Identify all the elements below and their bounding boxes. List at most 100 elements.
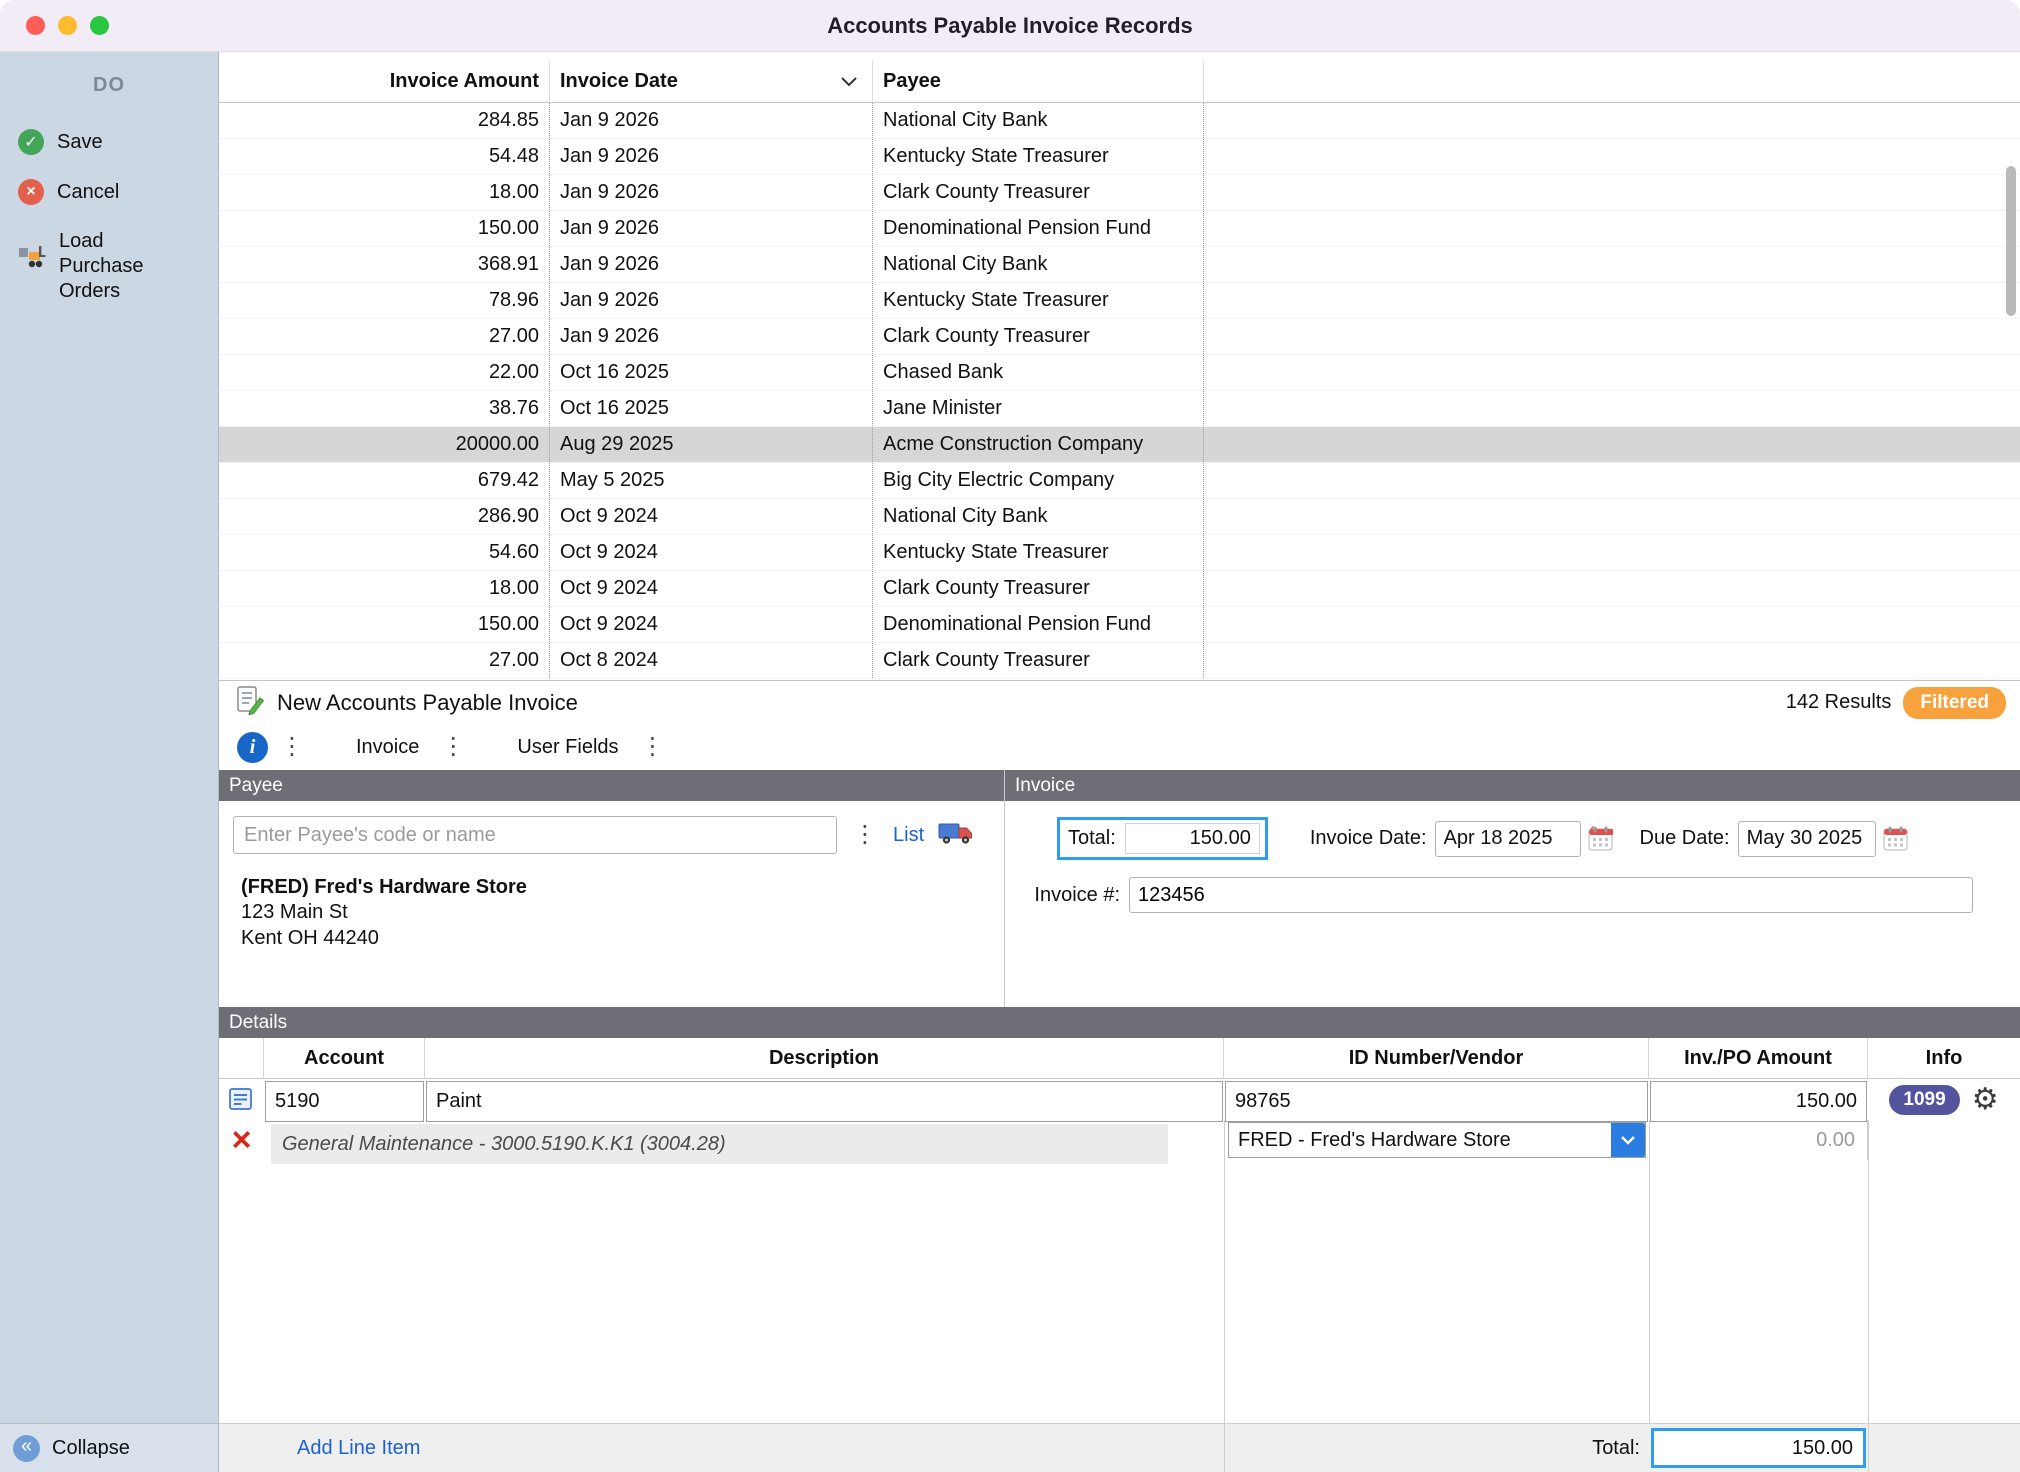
- cancel-x-icon: ×: [18, 179, 44, 205]
- filtered-badge[interactable]: Filtered: [1903, 687, 2006, 719]
- id-number-input[interactable]: 98765: [1225, 1081, 1648, 1122]
- title-bar: Accounts Payable Invoice Records: [0, 0, 2020, 52]
- kebab-menu-icon[interactable]: ⋮: [280, 735, 304, 759]
- truck-icon[interactable]: [938, 820, 974, 851]
- zoom-window-button[interactable]: [90, 16, 109, 35]
- column-header-payee[interactable]: Payee: [873, 61, 1204, 102]
- kebab-menu-icon[interactable]: ⋮: [641, 735, 665, 759]
- invoice-date-label: Invoice Date:: [1310, 827, 1427, 850]
- details-header-row: Account Description ID Number/Vendor Inv…: [219, 1038, 2020, 1079]
- invoice-records-table: Invoice Amount Invoice Date Payee 284.85…: [219, 52, 2020, 680]
- vendor-dropdown-value: FRED - Fred's Hardware Store: [1229, 1123, 1611, 1157]
- due-date-label: Due Date:: [1640, 827, 1730, 850]
- expense-account-text: General Maintenance - 3000.5190.K.K1 (30…: [271, 1124, 1168, 1164]
- payee-list-link[interactable]: List: [893, 824, 924, 847]
- calendar-icon[interactable]: [1882, 825, 1909, 852]
- table-row[interactable]: 18.00Oct 9 2024Clark County Treasurer: [219, 571, 2020, 607]
- app-window: Accounts Payable Invoice Records DO ✓ Sa…: [0, 0, 2020, 1472]
- forklift-icon: [18, 243, 46, 275]
- invoice-total-field-focused: Total: 150.00: [1057, 817, 1268, 860]
- column-header-invoice-date[interactable]: Invoice Date: [550, 61, 873, 102]
- sidebar-header: DO: [0, 52, 218, 117]
- expense-amount: 0.00: [1649, 1120, 1868, 1160]
- payee-panel: Payee ⋮ List: [219, 770, 1005, 1007]
- add-line-item-button[interactable]: Add Line Item: [264, 1424, 1224, 1472]
- tab-user-fields[interactable]: User Fields: [517, 736, 618, 759]
- gear-icon[interactable]: ⚙: [1972, 1085, 1999, 1115]
- details-header: Details: [219, 1007, 2020, 1038]
- column-header-info: Info: [1868, 1038, 2020, 1078]
- details-empty-area: [219, 1160, 2020, 1423]
- column-header-inv-po-amount: Inv./PO Amount: [1649, 1038, 1868, 1078]
- calendar-icon[interactable]: [1587, 825, 1614, 852]
- table-row[interactable]: 368.91Jan 9 2026National City Bank: [219, 247, 2020, 283]
- invoice-number-label: Invoice #:: [1021, 884, 1120, 907]
- column-header-account: Account: [264, 1038, 425, 1078]
- table-row[interactable]: 286.90Oct 9 2024National City Bank: [219, 499, 2020, 535]
- info-icon[interactable]: i: [237, 732, 268, 763]
- column-header-extra: [1204, 61, 2020, 102]
- table-row[interactable]: 18.00Jan 9 2026Clark County Treasurer: [219, 175, 2020, 211]
- save-label: Save: [57, 131, 103, 154]
- payee-panel-header: Payee: [219, 770, 1004, 801]
- vendor-dropdown[interactable]: FRED - Fred's Hardware Store: [1228, 1122, 1646, 1158]
- kebab-menu-icon[interactable]: ⋮: [441, 735, 465, 759]
- payee-address-line1: 123 Main St: [233, 899, 990, 925]
- details-total-input[interactable]: 150.00: [1651, 1428, 1866, 1468]
- scrollbar-thumb[interactable]: [2006, 166, 2016, 316]
- close-window-button[interactable]: [26, 16, 45, 35]
- load-purchase-orders-label: Load Purchase Orders: [59, 229, 167, 304]
- table-row[interactable]: 78.96Jan 9 2026Kentucky State Treasurer: [219, 283, 2020, 319]
- details-section: Details Account Description ID Number/Ve…: [219, 1007, 2020, 1472]
- cancel-button[interactable]: × Cancel: [0, 167, 218, 217]
- sort-chevron-down-icon: [840, 70, 858, 93]
- window-controls: [26, 16, 109, 35]
- minimize-window-button[interactable]: [58, 16, 77, 35]
- table-row-selected[interactable]: 20000.00Aug 29 2025Acme Construction Com…: [219, 427, 2020, 463]
- form-header-bar: New Accounts Payable Invoice 142 Results…: [219, 680, 2020, 724]
- table-row[interactable]: 284.85Jan 9 2026National City Bank: [219, 103, 2020, 139]
- chevron-double-left-icon: «: [13, 1435, 40, 1462]
- tab-invoice[interactable]: Invoice: [356, 736, 419, 759]
- payee-search-input[interactable]: [233, 816, 837, 854]
- due-date-input[interactable]: [1738, 821, 1876, 857]
- expense-account-row: × General Maintenance - 3000.5190.K.K1 (…: [219, 1120, 2020, 1160]
- total-label: Total:: [1068, 827, 1116, 850]
- invoice-total-input[interactable]: 150.00: [1125, 823, 1260, 854]
- column-header-invoice-amount[interactable]: Invoice Amount: [219, 61, 550, 102]
- table-row[interactable]: 54.60Oct 9 2024Kentucky State Treasurer: [219, 535, 2020, 571]
- table-row[interactable]: 38.76Oct 16 2025Jane Minister: [219, 391, 2020, 427]
- load-purchase-orders-button[interactable]: Load Purchase Orders: [0, 217, 218, 316]
- results-count: 142 Results: [1786, 691, 1892, 714]
- invoice-panel: Invoice Total: 150.00 Invoice Date:: [1005, 770, 2020, 1007]
- inv-po-amount-input[interactable]: 150.00: [1650, 1081, 1867, 1122]
- invoice-date-input[interactable]: [1435, 821, 1581, 857]
- account-input[interactable]: 5190: [265, 1081, 424, 1122]
- table-row[interactable]: 150.00Oct 9 2024Denominational Pension F…: [219, 607, 2020, 643]
- table-row[interactable]: 679.42May 5 2025Big City Electric Compan…: [219, 463, 2020, 499]
- collapse-button[interactable]: « Collapse: [0, 1423, 218, 1472]
- table-row[interactable]: 27.00Oct 8 2024Clark County Treasurer: [219, 643, 2020, 679]
- line-item-document-icon[interactable]: [219, 1079, 264, 1120]
- tab-bar: i ⋮ Invoice ⋮ User Fields ⋮: [219, 724, 2020, 770]
- window-title: Accounts Payable Invoice Records: [0, 13, 2020, 39]
- column-header-id-vendor: ID Number/Vendor: [1224, 1038, 1649, 1078]
- invoice-number-input[interactable]: [1129, 877, 1973, 913]
- records-header-row: Invoice Amount Invoice Date Payee: [219, 61, 2020, 103]
- sidebar: DO ✓ Save × Cancel: [0, 52, 219, 1472]
- payee-kebab-menu-icon[interactable]: ⋮: [853, 823, 877, 847]
- save-check-icon: ✓: [18, 129, 44, 155]
- details-footer: Add Line Item Total: 150.00: [219, 1423, 2020, 1472]
- new-invoice-document-icon: [235, 685, 265, 720]
- table-row[interactable]: 27.00Jan 9 2026Clark County Treasurer: [219, 319, 2020, 355]
- table-row[interactable]: 150.00Jan 9 2026Denominational Pension F…: [219, 211, 2020, 247]
- dropdown-chevron-icon[interactable]: [1611, 1123, 1645, 1157]
- cancel-label: Cancel: [57, 181, 119, 204]
- table-row[interactable]: 54.48Jan 9 2026Kentucky State Treasurer: [219, 139, 2020, 175]
- delete-line-icon[interactable]: ×: [219, 1120, 264, 1160]
- table-row[interactable]: 22.00Oct 16 2025Chased Bank: [219, 355, 2020, 391]
- save-button[interactable]: ✓ Save: [0, 117, 218, 167]
- badge-1099[interactable]: 1099: [1889, 1085, 1959, 1115]
- payee-address-line2: Kent OH 44240: [233, 925, 990, 951]
- description-input[interactable]: Paint: [426, 1081, 1223, 1122]
